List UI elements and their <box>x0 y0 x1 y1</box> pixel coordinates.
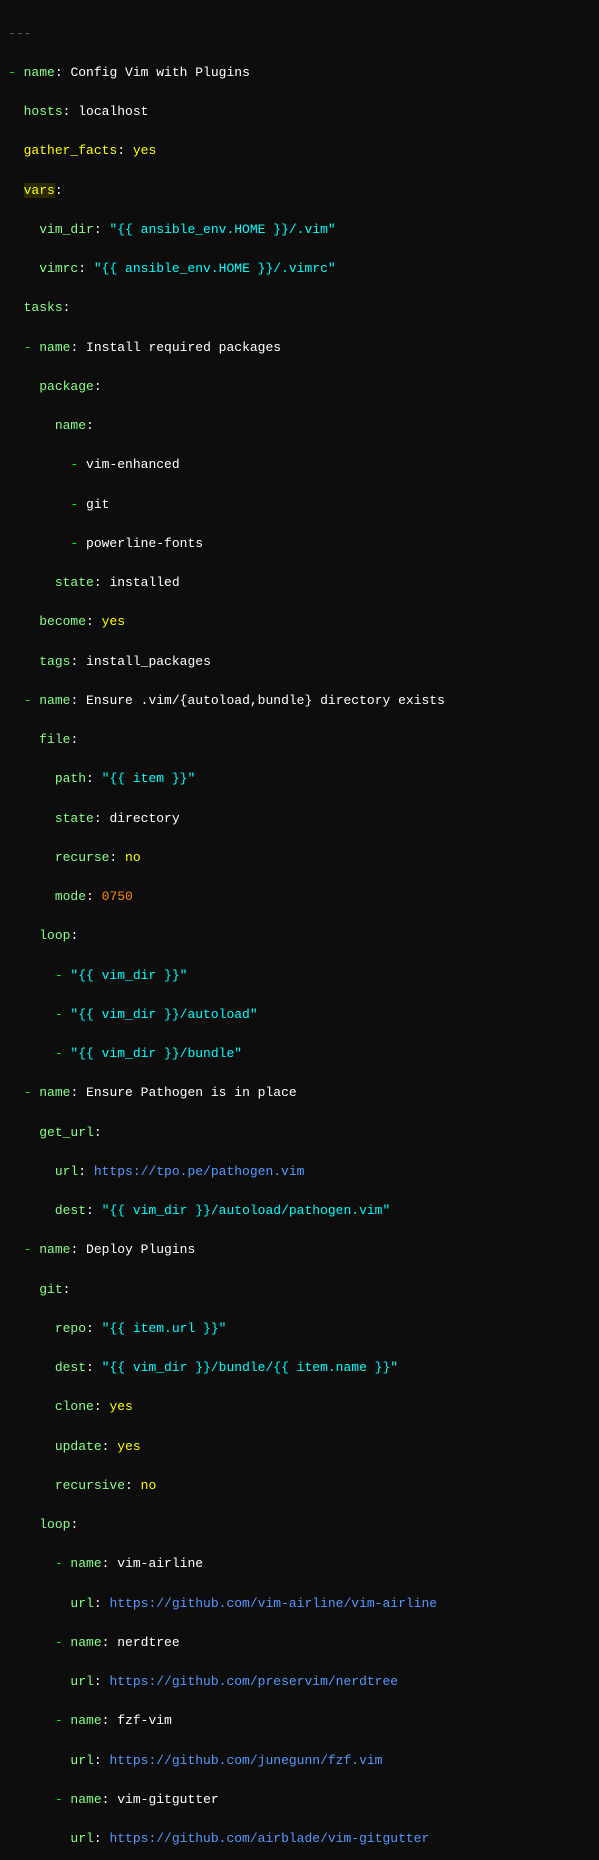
code-editor: --- - name: Config Vim with Plugins host… <box>0 4 599 1860</box>
line-29: get_url: <box>8 1123 591 1143</box>
line-5: vars: <box>8 181 591 201</box>
line-14: - powerline-fonts <box>8 534 591 554</box>
line-8: tasks: <box>8 298 591 318</box>
line-17: tags: install_packages <box>8 652 591 672</box>
line-30: url: https://tpo.pe/pathogen.vim <box>8 1162 591 1182</box>
line-43: url: https://github.com/preservim/nerdtr… <box>8 1672 591 1692</box>
line-24: loop: <box>8 926 591 946</box>
line-44: - name: fzf-vim <box>8 1711 591 1731</box>
line-3: hosts: localhost <box>8 102 591 122</box>
line-46: - name: vim-gitgutter <box>8 1790 591 1810</box>
line-27: - "{{ vim_dir }}/bundle" <box>8 1044 591 1064</box>
line-38: recursive: no <box>8 1476 591 1496</box>
line-15: state: installed <box>8 573 591 593</box>
line-19: file: <box>8 730 591 750</box>
line-31: dest: "{{ vim_dir }}/autoload/pathogen.v… <box>8 1201 591 1221</box>
line-33: git: <box>8 1280 591 1300</box>
line-36: clone: yes <box>8 1397 591 1417</box>
line-22: recurse: no <box>8 848 591 868</box>
line-28: - name: Ensure Pathogen is in place <box>8 1083 591 1103</box>
line-18: - name: Ensure .vim/{autoload,bundle} di… <box>8 691 591 711</box>
line-26: - "{{ vim_dir }}/autoload" <box>8 1005 591 1025</box>
line-23: mode: 0750 <box>8 887 591 907</box>
line-34: repo: "{{ item.url }}" <box>8 1319 591 1339</box>
line-11: name: <box>8 416 591 436</box>
line-1: --- <box>8 24 591 44</box>
line-40: - name: vim-airline <box>8 1554 591 1574</box>
line-35: dest: "{{ vim_dir }}/bundle/{{ item.name… <box>8 1358 591 1378</box>
line-25: - "{{ vim_dir }}" <box>8 966 591 986</box>
line-13: - git <box>8 495 591 515</box>
line-41: url: https://github.com/vim-airline/vim-… <box>8 1594 591 1614</box>
line-37: update: yes <box>8 1437 591 1457</box>
line-42: - name: nerdtree <box>8 1633 591 1653</box>
line-32: - name: Deploy Plugins <box>8 1240 591 1260</box>
line-6: vim_dir: "{{ ansible_env.HOME }}/.vim" <box>8 220 591 240</box>
line-12: - vim-enhanced <box>8 455 591 475</box>
line-45: url: https://github.com/junegunn/fzf.vim <box>8 1751 591 1771</box>
line-47: url: https://github.com/airblade/vim-git… <box>8 1829 591 1849</box>
line-39: loop: <box>8 1515 591 1535</box>
line-4: gather_facts: yes <box>8 141 591 161</box>
line-21: state: directory <box>8 809 591 829</box>
line-7: vimrc: "{{ ansible_env.HOME }}/.vimrc" <box>8 259 591 279</box>
line-2: - name: Config Vim with Plugins <box>8 63 591 83</box>
line-16: become: yes <box>8 612 591 632</box>
line-9: - name: Install required packages <box>8 338 591 358</box>
line-10: package: <box>8 377 591 397</box>
line-20: path: "{{ item }}" <box>8 769 591 789</box>
